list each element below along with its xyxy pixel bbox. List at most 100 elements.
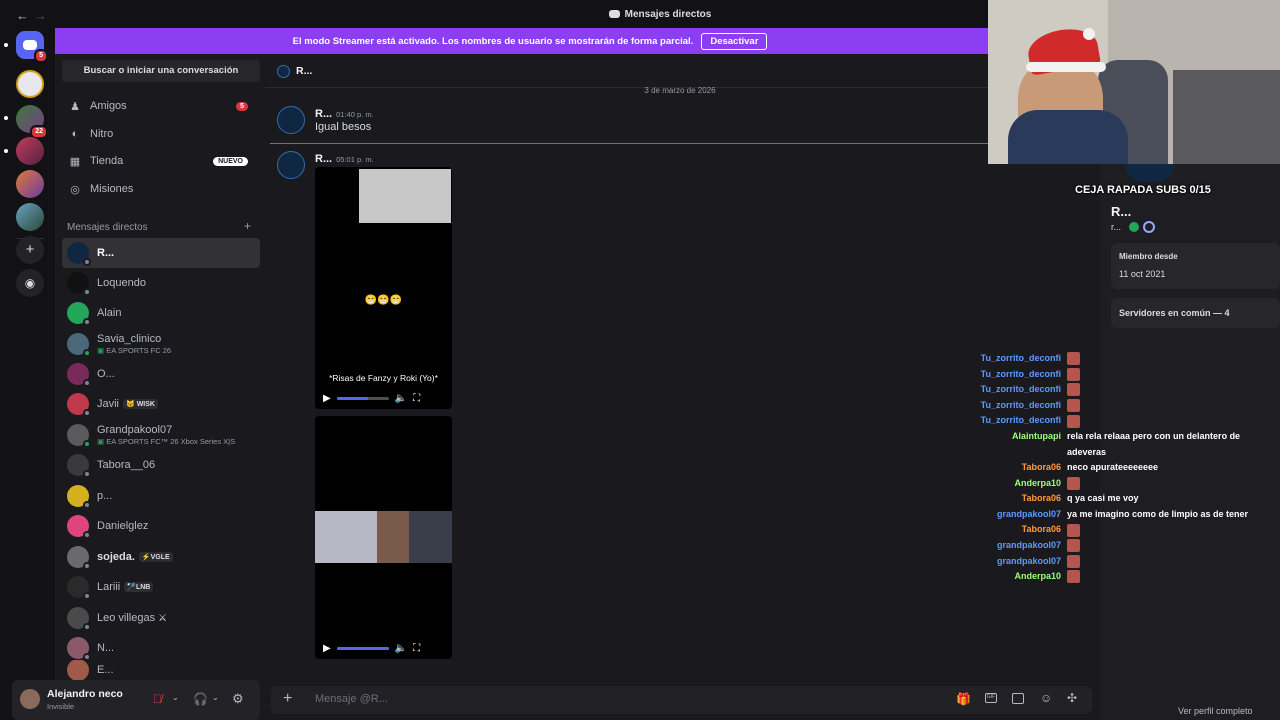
stream-chat-line: grandpakool07 bbox=[880, 554, 1270, 570]
message-time: 01:40 p. m. bbox=[336, 110, 374, 119]
search-conversation-button[interactable]: Buscar o iniciar una conversación bbox=[62, 60, 260, 82]
sticker-icon[interactable] bbox=[1012, 693, 1024, 704]
avatar bbox=[67, 363, 91, 387]
server-icon[interactable] bbox=[16, 170, 44, 198]
nav-quests[interactable]: ◎ Misiones bbox=[62, 176, 260, 202]
message-meta: R... 01:40 p. m. bbox=[315, 106, 374, 120]
gif-icon[interactable]: GIF bbox=[985, 693, 997, 703]
chevron-down-icon[interactable]: ⌄ bbox=[172, 693, 179, 702]
nav-friends[interactable]: ♟ Amigos 5 bbox=[62, 93, 260, 119]
stream-chat-message bbox=[1061, 569, 1261, 585]
video-attachment[interactable]: ▶ 🔈 ⛶ bbox=[315, 416, 452, 659]
avatar[interactable] bbox=[20, 689, 40, 709]
dm-item[interactable]: E... bbox=[62, 660, 260, 680]
dm-item[interactable]: Grandpakool07 ▣ EA SPORTS FC™ 26 Xbox Ser… bbox=[62, 420, 260, 450]
fullscreen-icon[interactable]: ⛶ bbox=[413, 643, 420, 654]
dm-item[interactable]: Leo villegas ⚔ bbox=[62, 603, 260, 633]
gift-icon[interactable]: 🎁 bbox=[956, 692, 971, 706]
add-server-icon[interactable]: + bbox=[16, 236, 44, 264]
dm-item[interactable]: O... bbox=[62, 359, 260, 389]
stream-chat-user: grandpakool07 bbox=[996, 555, 1061, 566]
dm-item[interactable]: sojeda. ⚡VGLE bbox=[62, 542, 260, 572]
dm-item[interactable]: N... bbox=[62, 633, 260, 663]
dm-item[interactable]: Danielglez bbox=[62, 511, 260, 541]
chevron-down-icon[interactable]: ⌄ bbox=[212, 693, 219, 702]
server-icon[interactable] bbox=[16, 70, 44, 98]
video-progress[interactable] bbox=[336, 646, 389, 650]
server-icon[interactable]: 22 bbox=[16, 105, 48, 139]
nav-store[interactable]: ▦ Tienda NUEVO bbox=[62, 148, 260, 174]
guild-tag: 🐱 WISK bbox=[123, 399, 158, 409]
message-input[interactable]: Mensaje @R... bbox=[315, 693, 388, 705]
member-since-label: Miembro desde bbox=[1119, 252, 1178, 261]
view-full-profile-link[interactable]: Ver perfil completo bbox=[1178, 706, 1253, 716]
discover-compass-icon[interactable]: ◉ bbox=[16, 269, 44, 297]
play-icon[interactable]: ▶ bbox=[323, 393, 331, 404]
video-controls: ▶ 🔈 ⛶ bbox=[315, 387, 452, 409]
video-progress[interactable] bbox=[336, 396, 389, 400]
server-indicator bbox=[4, 43, 8, 47]
avatar bbox=[67, 637, 91, 661]
emote-icon bbox=[1067, 554, 1080, 568]
dm-item[interactable]: Alain bbox=[62, 298, 260, 328]
video-attachment[interactable]: 😁😁😁 *Risas de Fanzy y Roki (Yo)* ▶ 🔈 ⛶ bbox=[315, 167, 452, 409]
activity-status: ▣ EA SPORTS FC 26 bbox=[97, 346, 172, 355]
play-icon[interactable]: ▶ bbox=[323, 643, 331, 654]
avatar[interactable] bbox=[277, 106, 305, 134]
avatar[interactable] bbox=[277, 151, 305, 179]
chat-header bbox=[265, 54, 988, 88]
video-emoji: 😁😁😁 bbox=[364, 295, 403, 306]
stream-chat-message bbox=[1061, 538, 1261, 554]
stream-chat-message: neco apurateeeeeeee bbox=[1067, 462, 1159, 472]
profile-username: r... bbox=[1111, 222, 1122, 232]
back-arrow-icon[interactable]: ← bbox=[16, 8, 29, 23]
badge-icon bbox=[1129, 222, 1139, 232]
stream-chat-user: Tabora06 bbox=[1021, 524, 1061, 535]
stream-chat-message: rela rela relaaa pero con un delantero d… bbox=[1067, 431, 1241, 457]
dm-item[interactable]: p... bbox=[62, 481, 260, 511]
fullscreen-icon[interactable]: ⛶ bbox=[413, 393, 420, 404]
streamer-mode-banner: El modo Streamer está activado. Los nomb… bbox=[55, 28, 1005, 54]
mutual-servers-card[interactable]: Servidores en común — 4 bbox=[1111, 298, 1280, 328]
deactivate-button[interactable]: Desactivar bbox=[701, 32, 768, 50]
emoji-icon[interactable]: ☺ bbox=[1040, 691, 1052, 705]
server-icon[interactable] bbox=[16, 203, 44, 231]
stream-chat-user: Tu_zorrito_deconfi bbox=[980, 353, 1061, 363]
home-button[interactable]: 5 bbox=[16, 31, 48, 63]
volume-icon[interactable]: 🔈 bbox=[395, 643, 407, 654]
stream-chat-user: Tu_zorrito_deconfi bbox=[980, 415, 1061, 426]
mic-muted-icon[interactable]: 🎙̸ bbox=[153, 692, 162, 706]
video-progress-fill bbox=[336, 396, 368, 400]
nav-nitro[interactable]: ◐ Nitro bbox=[62, 121, 260, 147]
stream-chat-line: Tu_zorrito_deconfi bbox=[880, 367, 1270, 383]
dm-item[interactable]: Javii 🐱 WISK bbox=[62, 389, 260, 419]
member-since-card: Miembro desde 11 oct 2021 bbox=[1111, 243, 1280, 289]
avatar bbox=[67, 576, 91, 600]
message-author[interactable]: R... bbox=[315, 153, 332, 165]
headphones-icon[interactable]: 🎧 bbox=[193, 692, 208, 706]
volume-icon[interactable]: 🔈 bbox=[395, 393, 407, 404]
create-dm-plus-icon[interactable]: + bbox=[244, 219, 251, 233]
server-icon[interactable] bbox=[16, 137, 44, 165]
dm-item[interactable]: Lariii 🏸LNB bbox=[62, 572, 260, 602]
dm-item[interactable]: Tabora__06 bbox=[62, 450, 260, 480]
sword-emoji-icon: ⚔ bbox=[158, 612, 168, 624]
webcam-overlay bbox=[988, 0, 1280, 164]
message-meta: R... 05:01 p. m. bbox=[315, 151, 374, 165]
emote-icon bbox=[1067, 383, 1080, 397]
avatar bbox=[67, 607, 91, 631]
dm-item[interactable]: Loquendo bbox=[62, 268, 260, 298]
message-author[interactable]: R... bbox=[315, 108, 332, 120]
apps-icon[interactable]: ✣ bbox=[1067, 691, 1077, 705]
stream-chat-user: Tabora06 bbox=[1021, 493, 1061, 504]
dm-item[interactable]: R... bbox=[62, 238, 260, 268]
forward-arrow-icon[interactable]: → bbox=[34, 8, 47, 23]
emote-icon bbox=[1067, 398, 1080, 412]
guild-tag: ⚡VGLE bbox=[138, 552, 173, 562]
stream-chat-line: grandpakool07 ya me imagino como de limpi… bbox=[880, 507, 1270, 523]
gear-icon[interactable]: ⚙ bbox=[232, 691, 244, 707]
stream-chat-line: Anderpa10 bbox=[880, 569, 1270, 585]
dm-item[interactable]: Savia_clinico ▣ EA SPORTS FC 26 bbox=[62, 329, 260, 359]
attach-plus-icon[interactable]: + bbox=[283, 690, 292, 708]
home-badge: 5 bbox=[34, 49, 48, 63]
